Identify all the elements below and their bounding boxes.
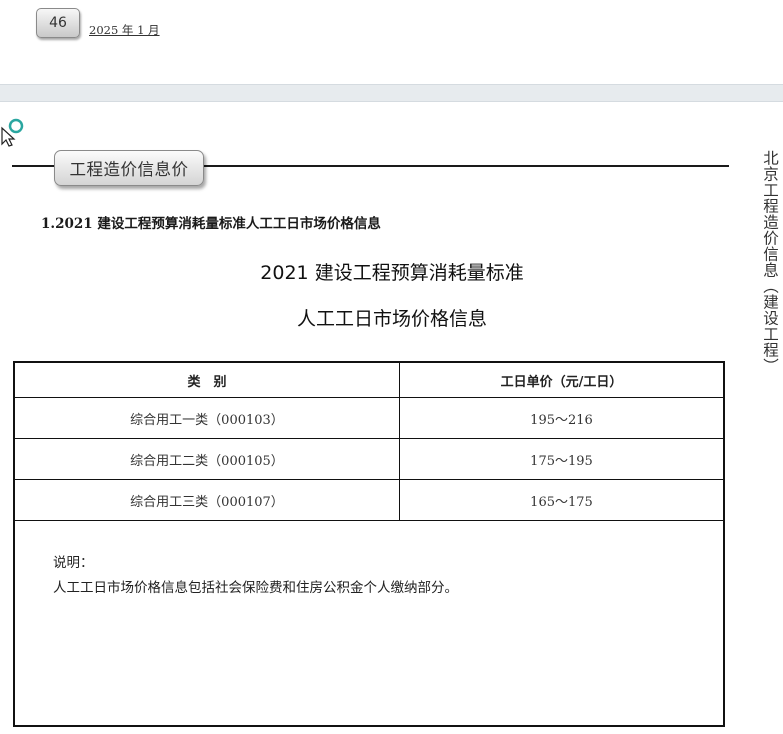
note-block: 说明： 人工工日市场价格信息包括社会保险费和住房公积金个人缴纳部分。 (53, 551, 458, 601)
category-cell: 综合用工三类（000107） (15, 479, 400, 521)
note-text: 人工工日市场价格信息包括社会保险费和住房公积金个人缴纳部分。 (53, 580, 458, 596)
price-cell: 165～175 (399, 479, 723, 521)
category-cell: 综合用工二类（000105） (15, 438, 400, 480)
column-header-category: 类 别 (15, 363, 400, 398)
page-header: 46 2025 年 1 月 (0, 0, 783, 84)
price-cell: 195～216 (399, 397, 723, 439)
price-cell: 175～195 (399, 438, 723, 480)
table-row: 综合用工二类（000105） 175～195 (15, 438, 723, 480)
page-number-badge: 46 (36, 8, 80, 38)
sub-heading: 1.2021 建设工程预算消耗量标准人工工日市场价格信息 (41, 216, 381, 232)
table-header-row: 类 别 工日单价（元/工日） (15, 363, 723, 398)
note-label: 说明： (53, 555, 94, 571)
table-row: 综合用工三类（000107） 165～175 (15, 479, 723, 521)
price-table: 类 别 工日单价（元/工日） 综合用工一类（000103） 195～216 综合… (15, 363, 723, 521)
page-divider (0, 84, 783, 102)
category-cell: 综合用工一类（000103） (15, 397, 400, 439)
title-line-2: 人工工日市场价格信息 (296, 308, 487, 330)
pointer-with-search-ring-icon (1, 118, 24, 147)
title-line-1: 2021 建设工程预算消耗量标准 (260, 262, 524, 284)
column-header-unit-price: 工日单价（元/工日） (399, 363, 723, 398)
issue-date: 2025 年 1 月 (89, 23, 160, 37)
price-table-box: 类 别 工日单价（元/工日） 综合用工一类（000103） 195～216 综合… (13, 361, 725, 727)
table-row: 综合用工一类（000103） 195～216 (15, 397, 723, 439)
section-tab: 工程造价信息价 (54, 150, 204, 186)
